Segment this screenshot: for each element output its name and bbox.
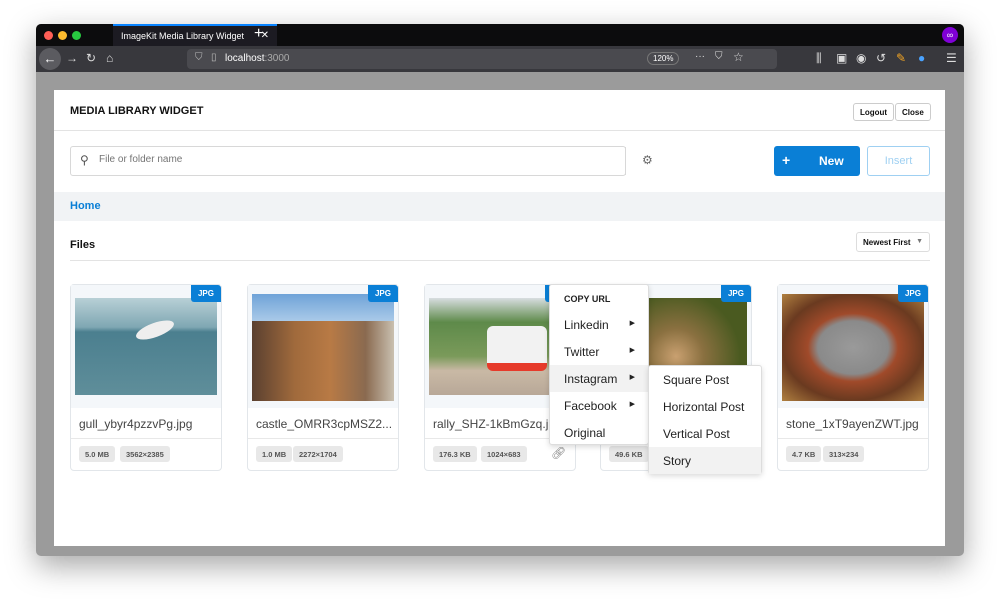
breadcrumb-home[interactable]: Home [70, 200, 101, 212]
title-bar: ImageKit Media Library Widget✕ + ∞ [36, 24, 964, 46]
page-title: MEDIA LIBRARY WIDGET [70, 105, 203, 117]
submenu-item-story[interactable]: Story [649, 447, 761, 474]
divider [54, 130, 945, 131]
file-dimensions: 1024×683 [481, 446, 527, 462]
url-port: :3000 [264, 53, 289, 64]
file-type-badge: JPG [368, 285, 398, 302]
back-button[interactable]: ← [39, 48, 61, 70]
menu-icon[interactable]: ☰ [946, 51, 957, 65]
browser-tab[interactable]: ImageKit Media Library Widget✕ [113, 24, 277, 46]
link-icon[interactable]: 🔗︎ [551, 446, 566, 460]
copy-url-menu: COPY URL Linkedin▶ Twitter▶ Instagram▶ F… [549, 284, 649, 445]
library-icon[interactable]: ⫼ [816, 51, 822, 66]
file-dimensions: 313×234 [823, 446, 864, 462]
file-card[interactable]: JPG gull_ybyr4pzzvPg.jpg 5.0 MB 3562×238… [70, 284, 222, 471]
file-thumbnail [252, 294, 394, 401]
history-icon[interactable]: ↺ [876, 51, 886, 65]
menu-item-linkedin[interactable]: Linkedin▶ [550, 311, 648, 338]
browser-window: ImageKit Media Library Widget✕ + ∞ ← → ↻… [36, 24, 964, 556]
search-icon: ⚲ [80, 153, 89, 167]
caret-right-icon: ▶ [630, 346, 635, 354]
logout-button[interactable]: Logout [853, 103, 894, 121]
private-browsing-icon: ∞ [942, 27, 958, 43]
breadcrumb: Home [54, 192, 945, 221]
file-card[interactable]: JPG stone_1xT9ayenZWT.jpg 4.7 KB 313×234 [777, 284, 929, 471]
maximize-window-button[interactable] [72, 31, 81, 40]
file-name: stone_1xT9ayenZWT.jpg [786, 417, 926, 431]
home-button[interactable]: ⌂ [106, 51, 113, 65]
file-type-badge: JPG [721, 285, 751, 302]
file-size: 5.0 MB [79, 446, 115, 462]
browser-toolbar: ← → ↻ ⌂ ⛉ ▯ localhost:3000 120% ··· ⛉ ☆ … [36, 46, 964, 72]
bookmark-star-icon[interactable]: ☆ [733, 50, 744, 64]
chevron-down-icon: ▼ [916, 238, 923, 245]
insert-button[interactable]: Insert [867, 146, 930, 176]
extension-badge-icon[interactable]: ● [918, 51, 925, 65]
shield-icon: ⛉ [195, 52, 203, 63]
file-name: gull_ybyr4pzzvPg.jpg [79, 417, 219, 431]
menu-title: COPY URL [550, 285, 648, 312]
filter-settings-icon[interactable]: ⚙ [642, 153, 653, 167]
close-button[interactable]: Close [895, 103, 931, 121]
widget-panel: MEDIA LIBRARY WIDGET Logout Close ⚲ ⚙ + N… [54, 90, 945, 546]
extension-icon[interactable]: ✎ [896, 51, 906, 65]
pocket-icon[interactable]: ⛉ [715, 51, 723, 62]
caret-right-icon: ▶ [630, 400, 635, 408]
reload-button[interactable]: ↻ [86, 51, 96, 65]
zoom-level[interactable]: 120% [647, 52, 679, 65]
divider [70, 260, 930, 261]
search-box: ⚲ ⚙ [70, 146, 626, 176]
file-size: 49.6 KB [609, 446, 649, 462]
minimize-window-button[interactable] [58, 31, 67, 40]
sidebar-icon[interactable]: ▣ [836, 51, 847, 65]
account-icon[interactable]: ◉ [856, 51, 866, 65]
file-type-badge: JPG [191, 285, 221, 302]
file-thumbnail [782, 294, 924, 401]
menu-item-original[interactable]: Original [550, 419, 648, 446]
submenu-item-vertical-post[interactable]: Vertical Post [649, 420, 761, 447]
menu-item-facebook[interactable]: Facebook▶ [550, 392, 648, 419]
more-icon[interactable]: ··· [695, 51, 705, 62]
file-size: 176.3 KB [433, 446, 477, 462]
instagram-submenu: Square Post Horizontal Post Vertical Pos… [648, 365, 762, 474]
new-label: New [819, 154, 844, 168]
file-size: 4.7 KB [786, 446, 821, 462]
submenu-item-horizontal-post[interactable]: Horizontal Post [649, 393, 761, 420]
caret-right-icon: ▶ [630, 373, 635, 381]
file-name: castle_OMRR3cpMSZ2... [256, 417, 396, 431]
menu-item-instagram[interactable]: Instagram▶ [550, 365, 648, 392]
file-dimensions: 3562×2385 [120, 446, 170, 462]
submenu-item-square-post[interactable]: Square Post [649, 366, 761, 393]
sort-dropdown[interactable]: Newest First ▼ [856, 232, 930, 252]
plus-icon: + [782, 152, 790, 168]
url-host: localhost [225, 53, 264, 64]
search-input[interactable] [99, 154, 599, 165]
forward-button[interactable]: → [66, 51, 78, 65]
files-heading: Files [70, 239, 95, 251]
page-icon: ▯ [211, 52, 217, 63]
url-bar[interactable]: ⛉ ▯ localhost:3000 120% ··· ⛉ ☆ [187, 49, 777, 69]
file-size: 1.0 MB [256, 446, 292, 462]
file-thumbnail [75, 298, 217, 395]
file-card[interactable]: JPG castle_OMRR3cpMSZ2... 1.0 MB 2272×17… [247, 284, 399, 471]
tab-title: ImageKit Media Library Widget [121, 31, 244, 41]
file-dimensions: 2272×1704 [293, 446, 343, 462]
sort-value: Newest First [863, 238, 911, 247]
close-window-button[interactable] [44, 31, 53, 40]
menu-item-twitter[interactable]: Twitter▶ [550, 338, 648, 365]
new-tab-button[interactable]: + [254, 25, 263, 43]
caret-right-icon: ▶ [630, 319, 635, 327]
new-button[interactable]: + New [774, 146, 860, 176]
file-type-badge: JPG [898, 285, 928, 302]
